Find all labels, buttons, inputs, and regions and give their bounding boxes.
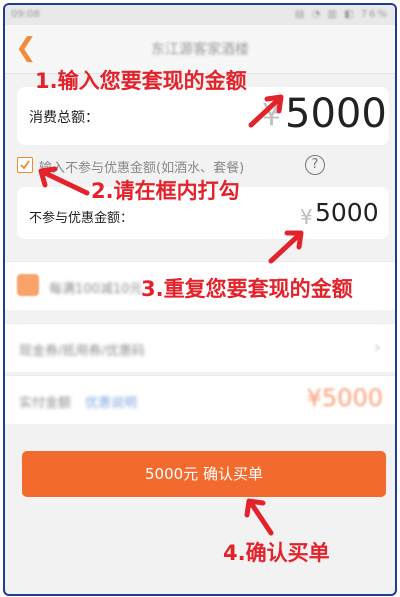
pay-note-link[interactable]: 优惠说明 (85, 392, 137, 411)
promo-text: 每满100减10元 (49, 282, 143, 297)
annotation-step3: 3.重复您要套现的金额 (141, 277, 353, 301)
pay-label: 实付金额 (19, 396, 72, 411)
confirm-pay-button[interactable]: 5000元 确认买单 (22, 451, 386, 497)
red-arrow-icon (248, 94, 284, 128)
status-time: 09:08 (11, 9, 40, 20)
pay-amount: ¥5000 (306, 384, 383, 412)
red-arrow-icon (244, 498, 274, 536)
total-amount-field[interactable]: 消费总额： ¥ 5000 (17, 87, 389, 145)
status-bar: 09:08 ▤ ◔ ▥ ◧ 76% (5, 5, 395, 25)
status-icons: ▤ ◔ ▥ ◧ 76% (294, 9, 389, 20)
exclude-amount-label: 不参与优惠金额： (29, 211, 134, 226)
red-arrow-icon (268, 230, 304, 264)
coupon-row[interactable]: 现金券/抵用券/优惠码 › (5, 323, 395, 372)
phone-frame: 09:08 ▤ ◔ ▥ ◧ 76% ❮ 东江源客家酒楼 消费总额： ¥ 5000… (3, 3, 397, 596)
coupon-text: 现金券/抵用券/优惠码 (19, 344, 145, 359)
help-icon[interactable]: ? (305, 155, 325, 175)
exclude-amount-value[interactable]: 5000 (315, 198, 379, 227)
checkmark-icon (20, 160, 30, 170)
discount-icon (17, 274, 39, 296)
annotation-step4: 4.确认买单 (223, 541, 330, 565)
annotation-step2: 2.请在框内打勾 (91, 179, 240, 203)
exclude-checkbox[interactable] (17, 157, 33, 173)
total-amount-value[interactable]: 5000 (285, 91, 387, 137)
annotation-step1: 1.输入您要套现的金额 (35, 69, 247, 93)
chevron-right-icon: › (373, 337, 381, 358)
total-amount-label: 消费总额： (29, 110, 99, 126)
exclude-currency-symbol: ¥ (300, 205, 313, 229)
page-title: 东江源客家酒楼 (151, 42, 249, 58)
red-arrow-icon (38, 166, 90, 196)
pay-row: 实付金额 优惠说明 ¥5000 (5, 375, 395, 424)
